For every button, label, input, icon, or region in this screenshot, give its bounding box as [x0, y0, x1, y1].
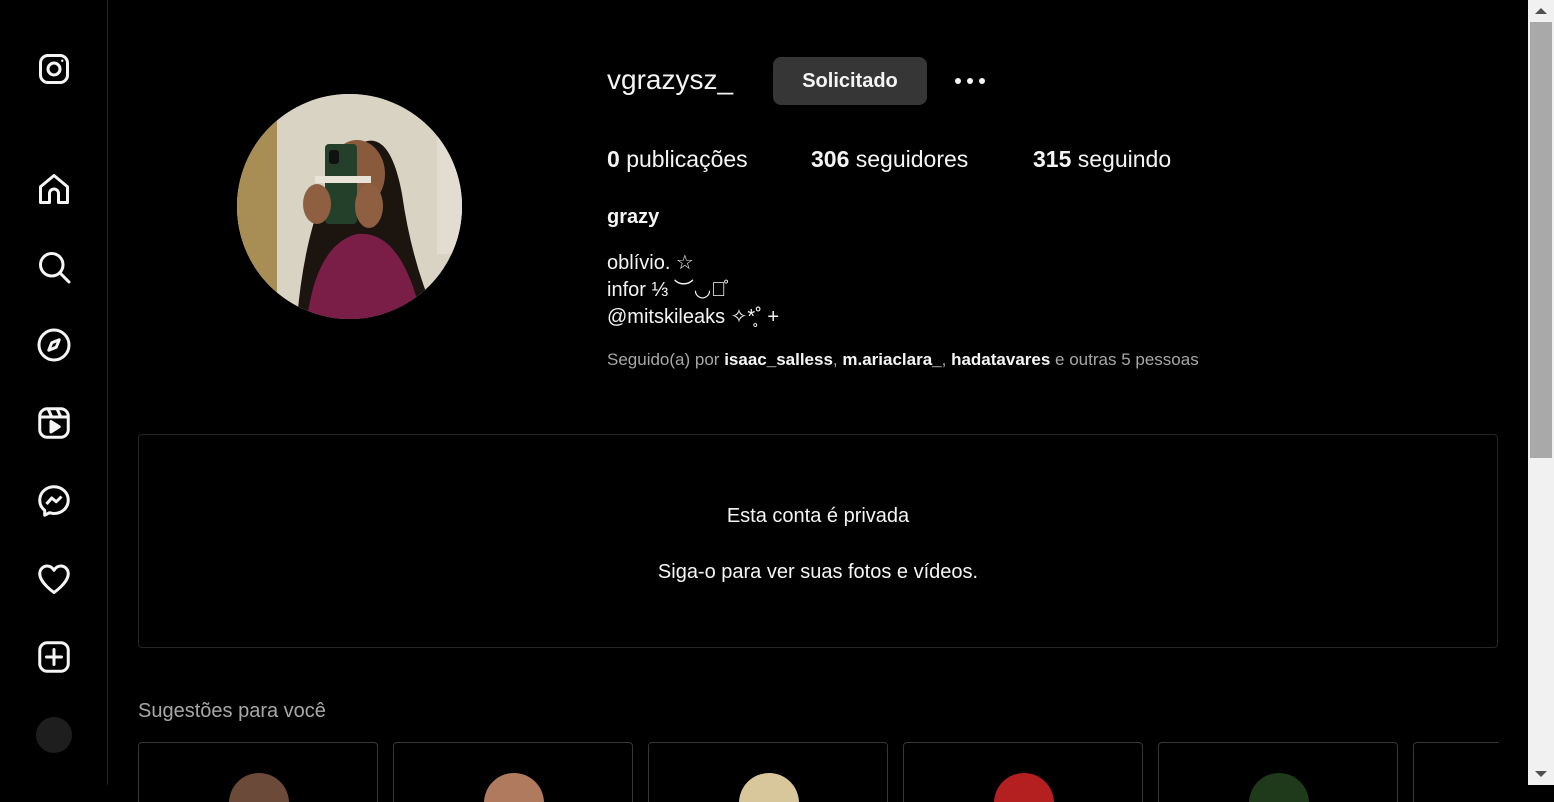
- stat-posts: 0 publicações: [607, 146, 748, 173]
- suggestion-card[interactable]: [393, 742, 633, 802]
- instagram-icon[interactable]: [36, 51, 72, 87]
- bio-line[interactable]: @mitskileaks ✧*̥˚ +: [607, 304, 779, 331]
- suggestion-avatar[interactable]: [1249, 773, 1309, 802]
- explore-icon[interactable]: [36, 327, 72, 363]
- profile-picture[interactable]: [237, 94, 462, 319]
- scrollbar[interactable]: [1528, 0, 1554, 785]
- bio-line: oblívio. ☆: [607, 252, 694, 274]
- private-subtitle: Siga-o para ver suas fotos e vídeos.: [657, 561, 979, 583]
- main-content: vgrazysz_ Solicitado 0 publicações 306 s…: [108, 0, 1528, 802]
- stat-followers-label: seguidores: [855, 146, 969, 172]
- suggestion-card[interactable]: [1158, 742, 1398, 802]
- suggestion-card[interactable]: [903, 742, 1143, 802]
- suggestion-avatar[interactable]: [484, 773, 544, 802]
- stat-posts-count: 0: [607, 146, 620, 172]
- followed-by-user[interactable]: m.ariaclara_: [842, 350, 941, 369]
- more-options-icon[interactable]: [948, 66, 992, 96]
- suggestion-card[interactable]: [648, 742, 888, 802]
- profile-full-name: grazy: [607, 206, 660, 228]
- followed-by[interactable]: Seguido(a) por isaac_salless, m.ariaclar…: [607, 350, 1199, 370]
- messenger-icon[interactable]: [36, 483, 72, 519]
- profile-bio: oblívio. ☆ infor ⅓ ︶◡꒱̊ @mitskileaks ✧*̥…: [607, 250, 779, 331]
- scroll-down-arrow[interactable]: [1535, 771, 1547, 777]
- scroll-thumb[interactable]: [1530, 22, 1552, 458]
- follow-requested-button[interactable]: Solicitado: [773, 57, 927, 105]
- heart-icon[interactable]: [36, 561, 72, 597]
- suggestion-avatar[interactable]: [994, 773, 1054, 802]
- suggestions-row: [138, 742, 1499, 802]
- private-title: Esta conta é privada: [726, 505, 910, 527]
- search-icon[interactable]: [36, 249, 72, 285]
- home-icon[interactable]: [36, 171, 72, 207]
- followed-by-suffix: e outras 5 pessoas: [1055, 350, 1199, 369]
- stat-posts-label: publicações: [626, 146, 748, 172]
- followed-by-user[interactable]: hadatavares: [951, 350, 1050, 369]
- sidebar: [0, 0, 108, 785]
- profile-avatar-nav[interactable]: [36, 717, 72, 753]
- reels-icon[interactable]: [36, 405, 72, 441]
- private-account-notice: Esta conta é privada Siga-o para ver sua…: [138, 434, 1498, 648]
- stat-followers-count: 306: [811, 146, 850, 172]
- stat-followers[interactable]: 306 seguidores: [811, 146, 968, 173]
- stat-following-count: 315: [1033, 146, 1072, 172]
- bio-line: infor ⅓ ︶◡꒱̊: [607, 279, 727, 301]
- create-icon[interactable]: [36, 639, 72, 675]
- followed-by-prefix: Seguido(a) por: [607, 350, 720, 369]
- followed-by-user[interactable]: isaac_salless: [724, 350, 833, 369]
- suggestion-avatar[interactable]: [229, 773, 289, 802]
- stat-following-label: seguindo: [1077, 146, 1172, 172]
- suggestions-title: Sugestões para você: [138, 700, 326, 722]
- profile-username: vgrazysz_: [607, 64, 734, 95]
- suggestion-card[interactable]: [138, 742, 378, 802]
- suggestion-avatar[interactable]: [739, 773, 799, 802]
- stat-following[interactable]: 315 seguindo: [1033, 146, 1171, 173]
- suggestion-card[interactable]: [1413, 742, 1499, 802]
- scroll-up-arrow[interactable]: [1535, 8, 1547, 14]
